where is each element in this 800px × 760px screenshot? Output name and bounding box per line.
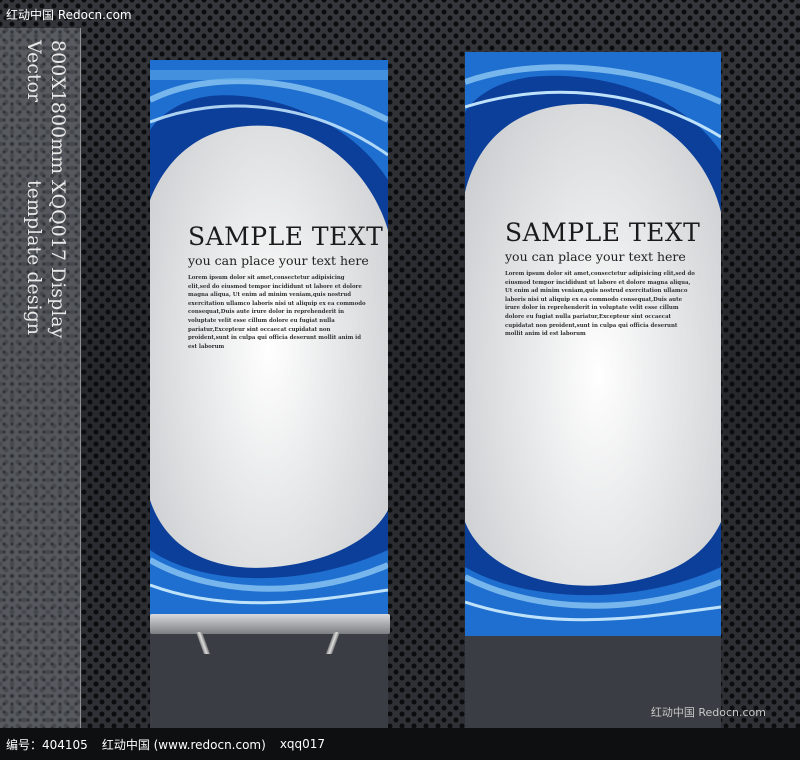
watermark-top: 红动中国 Redocn.com	[6, 8, 132, 22]
banner-1-text: SAMPLE TEXT you can place your text here…	[188, 222, 384, 351]
banner-2-body: Lorem ipsum dolor sit amet,consectetur a…	[505, 271, 695, 338]
footer-id: 编号：404105	[6, 737, 88, 752]
footer-code: xqq017	[279, 737, 326, 751]
side-label: XQQ017 Display template design 800X1800m…	[20, 40, 70, 400]
side-label-line1: XQQ017 Display template design	[23, 179, 69, 338]
banner-2-subtitle: you can place your text here	[505, 249, 686, 264]
banner-1-body: Lorem ipsum dolor sit amet,consectetur a…	[188, 275, 366, 350]
stand-base	[150, 614, 390, 634]
banner1-shadow	[150, 630, 388, 728]
side-label-line2: 800X1800mm Vector	[23, 40, 69, 175]
banner-1: SAMPLE TEXT you can place your text here…	[150, 60, 388, 616]
banner-2: SAMPLE TEXT you can place your text here…	[465, 52, 721, 636]
banner-1-subtitle: you can place your text here	[188, 253, 369, 268]
banner-2-title: SAMPLE TEXT	[505, 218, 701, 247]
banner-2-waves	[465, 52, 721, 636]
footer-site[interactable]: 红动中国 (www.redocn.com)	[102, 736, 266, 753]
footer-bar: 编号：404105 红动中国 (www.redocn.com) xqq017	[0, 728, 800, 760]
banner-1-title: SAMPLE TEXT	[188, 222, 384, 251]
banner-2-text: SAMPLE TEXT you can place your text here…	[505, 218, 703, 339]
footer-watermark: 红动中国 Redocn.com	[650, 706, 766, 719]
